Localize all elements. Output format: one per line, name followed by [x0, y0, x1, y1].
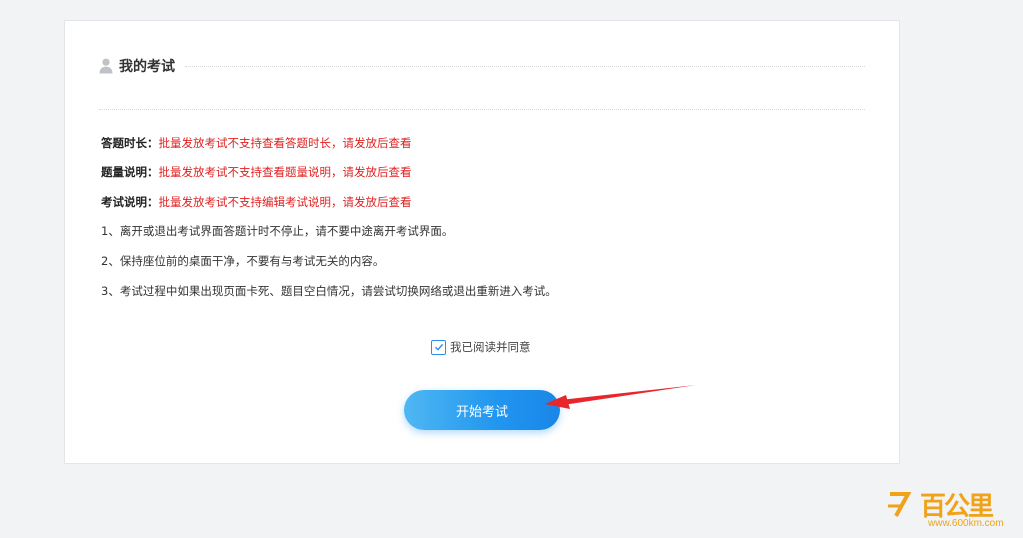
info-row-exam-description: 考试说明：批量发放考试不支持编辑考试说明，请发放后查看 — [101, 194, 412, 210]
agreement-checkbox[interactable] — [431, 339, 446, 355]
watermark-mark-icon — [888, 492, 912, 517]
info-label: 考试说明： — [101, 195, 159, 209]
info-row-question-count: 题量说明：批量发放考试不支持查看题量说明，请发放后查看 — [101, 164, 412, 180]
info-label: 答题时长： — [101, 136, 159, 150]
info-value: 批量发放考试不支持查看题量说明，请发放后查看 — [158, 165, 412, 179]
agreement-checkbox-row[interactable]: 我已阅读并同意 — [431, 339, 531, 355]
watermark-url: www.600km.com — [928, 518, 1004, 529]
info-value: 批量发放考试不支持查看答题时长，请发放后查看 — [158, 136, 412, 150]
rule-item: 3、考试过程中如果出现页面卡死、题目空白情况，请尝试切换网络或退出重新进入考试。 — [101, 284, 557, 298]
start-exam-button[interactable]: 开始考试 — [404, 390, 560, 430]
info-row-duration: 答题时长：批量发放考试不支持查看答题时长，请发放后查看 — [101, 135, 412, 151]
info-label: 题量说明： — [101, 165, 159, 179]
content-divider — [99, 109, 865, 110]
checkmark-icon — [434, 343, 443, 351]
agreement-label: 我已阅读并同意 — [450, 340, 531, 354]
rule-item: 2、保持座位前的桌面干净，不要有与考试无关的内容。 — [101, 254, 385, 268]
header-divider — [185, 65, 865, 67]
rule-item: 1、离开或退出考试界面答题计时不停止，请不要中途离开考试界面。 — [101, 224, 454, 238]
page: 我的考试 答题时长：批量发放考试不支持查看答题时长，请发放后查看 题量说明：批量… — [0, 0, 1023, 538]
exam-card: 我的考试 答题时长：批量发放考试不支持查看答题时长，请发放后查看 题量说明：批量… — [64, 20, 900, 464]
section-header: 我的考试 — [99, 55, 865, 77]
user-icon — [99, 58, 113, 74]
info-value: 批量发放考试不支持编辑考试说明，请发放后查看 — [158, 195, 412, 209]
section-title: 我的考试 — [119, 59, 175, 75]
watermark: 百公里 www.600km.com — [880, 486, 1020, 534]
